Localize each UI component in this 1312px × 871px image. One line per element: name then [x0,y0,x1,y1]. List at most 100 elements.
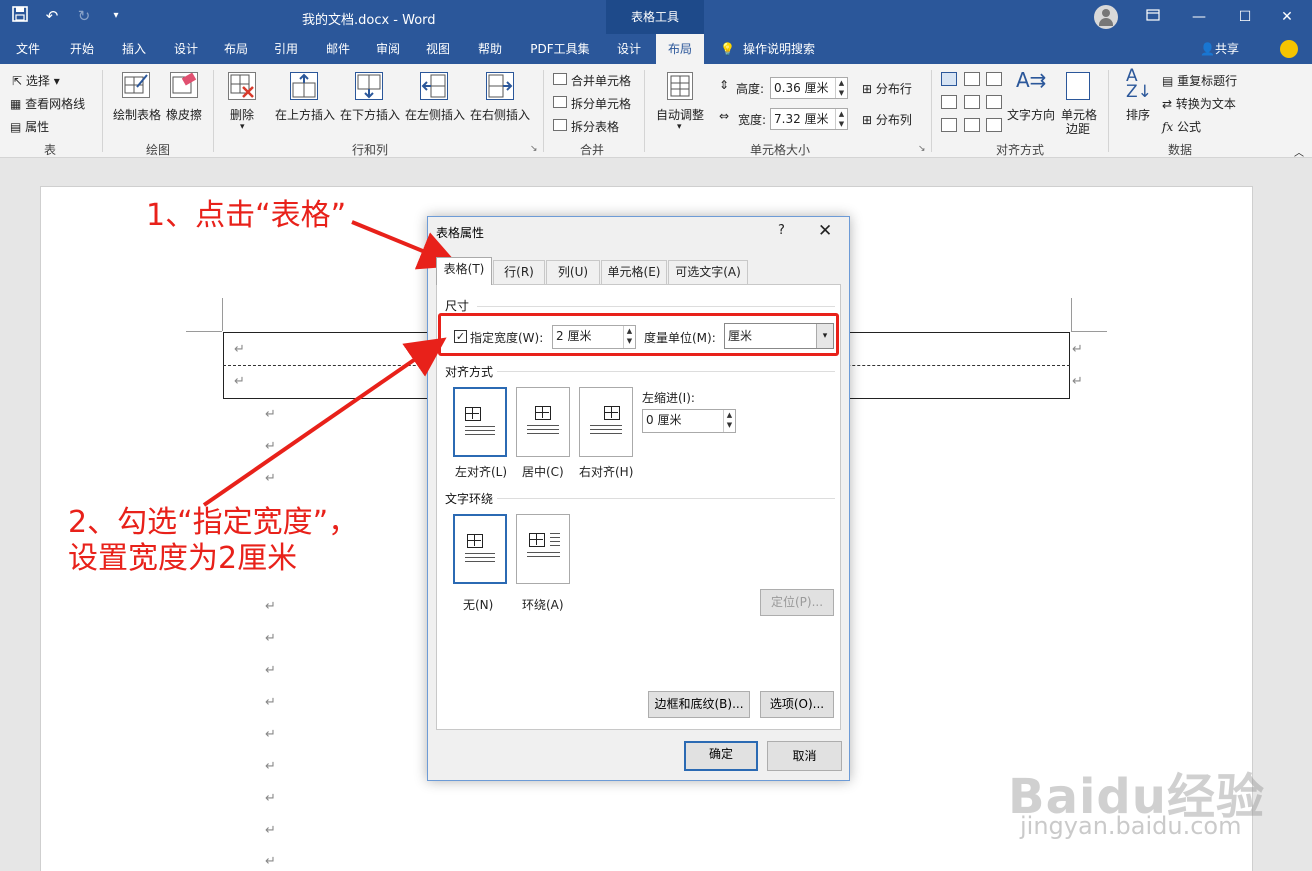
insert-above-icon[interactable] [290,72,318,100]
tab-review[interactable]: 审阅 [366,34,410,64]
undo-icon[interactable]: ↶ [42,6,62,26]
eraser-label[interactable]: 橡皮擦 [166,106,202,123]
select-button[interactable]: ⇱ 选择 ▾ [12,72,60,89]
view-gridlines-button[interactable]: ▦ 查看网格线 [10,95,85,112]
customize-qat-icon[interactable]: ▾ [106,6,126,26]
column-width-field[interactable]: 7.32 厘米 ▲ ▼ [770,108,848,130]
minimize-button[interactable]: — [1184,4,1214,30]
align-top-left-icon[interactable] [941,72,957,86]
insert-above-label[interactable]: 在上方插入 [275,106,335,123]
tab-insert[interactable]: 插入 [112,34,156,64]
autofit-dropdown-icon[interactable]: ▾ [677,122,682,132]
cell-margins-icon[interactable] [1066,72,1090,100]
sort-label[interactable]: 排序 [1126,106,1150,123]
cell-margins-label-2[interactable]: 边距 [1066,120,1090,137]
rows-cols-launcher-icon[interactable]: ↘ [530,144,538,154]
indent-left-spinner-icon[interactable]: ▲ ▼ [723,410,735,432]
repeat-header-button[interactable]: ▤ 重复标题行 [1162,72,1237,89]
table-tools-label: 表格工具 [606,0,704,34]
borders-shading-button[interactable]: 边框和底纹(B)... [648,691,750,718]
cancel-button[interactable]: 取消 [767,741,842,771]
avatar[interactable] [1094,5,1118,29]
tab-layout[interactable]: 布局 [214,34,258,64]
convert-to-text-button[interactable]: ⇄ 转换为文本 [1162,95,1236,112]
tab-mailings[interactable]: 邮件 [316,34,360,64]
insert-right-label[interactable]: 在右侧插入 [470,106,530,123]
share-button[interactable]: 👤共享 [1200,34,1239,64]
sort-icon[interactable]: A Z↓ [1126,68,1152,101]
align-middle-left-icon[interactable] [941,95,957,109]
distribute-columns-button[interactable]: ⊞ 分布列 [862,111,912,128]
eraser-icon[interactable] [170,72,198,98]
align-middle-right-icon[interactable] [986,95,1002,109]
save-icon[interactable] [10,6,30,26]
options-button[interactable]: 选项(O)... [760,691,834,718]
close-window-button[interactable]: ✕ [1272,4,1302,30]
positioning-button[interactable]: 定位(P)... [760,589,834,616]
tab-table-layout[interactable]: 布局 [656,34,704,64]
wrap-none-label: 无(N) [463,598,494,612]
text-direction-label[interactable]: 文字方向 [1007,106,1055,123]
collapse-ribbon-icon[interactable]: ︿ [1294,144,1304,159]
split-table-button[interactable]: 拆分表格 [571,118,619,135]
wrap-none-option[interactable] [453,514,507,584]
dialog-tab-table[interactable]: 表格(T) [436,257,492,285]
insert-below-icon[interactable] [355,72,383,100]
tab-home[interactable]: 开始 [60,34,104,64]
row-height-field[interactable]: 0.36 厘米 ▲ ▼ [770,77,848,99]
ribbon-display-options-icon[interactable] [1138,4,1168,30]
row-height-spinner-icon[interactable]: ▲ ▼ [835,78,847,98]
split-cells-button[interactable]: 拆分单元格 [571,95,631,112]
align-center-option[interactable] [516,387,570,457]
insert-right-icon[interactable] [486,72,514,100]
cell-size-launcher-icon[interactable]: ↘ [918,144,926,154]
column-width-spinner-icon[interactable]: ▲ ▼ [835,109,847,129]
help-button[interactable]: ? [778,223,785,238]
draw-table-label[interactable]: 绘制表格 [113,106,161,123]
align-bottom-left-icon[interactable] [941,118,957,132]
group-label-alignment: 对齐方式 [996,143,1045,157]
wrap-around-option[interactable] [516,514,570,584]
align-left-option[interactable] [453,387,507,457]
delete-label[interactable]: 删除 [230,106,254,123]
text-wrapping-section-label: 文字环绕 [445,492,494,506]
tab-pdf-tools[interactable]: PDF工具集 [524,34,596,64]
formula-button[interactable]: fx 公式 [1162,118,1201,135]
properties-button[interactable]: ▤ 属性 [10,118,49,135]
dialog-close-button[interactable]: ✕ [818,221,832,241]
insert-left-label[interactable]: 在左侧插入 [405,106,465,123]
dialog-tab-cell[interactable]: 单元格(E) [601,260,667,284]
align-center-icon[interactable] [964,95,980,109]
insert-below-label[interactable]: 在下方插入 [340,106,400,123]
distribute-rows-button[interactable]: ⊞ 分布行 [862,80,912,97]
tab-file[interactable]: 文件 [6,34,50,64]
align-bottom-center-icon[interactable] [964,118,980,132]
tab-design[interactable]: 设计 [164,34,208,64]
insert-left-icon[interactable] [420,72,448,100]
align-top-center-icon[interactable] [964,72,980,86]
delete-dropdown-icon[interactable]: ▾ [240,122,245,132]
tell-me-search[interactable]: 💡 操作说明搜索 [720,34,815,64]
ok-button[interactable]: 确定 [684,741,758,771]
maximize-button[interactable]: ☐ [1230,4,1260,30]
dialog-tab-alt-text[interactable]: 可选文字(A) [668,260,748,284]
tab-table-design[interactable]: 设计 [606,34,652,64]
merge-cells-button[interactable]: 合并单元格 [571,72,631,89]
tab-view[interactable]: 视图 [416,34,460,64]
feedback-smiley-icon[interactable] [1280,40,1298,58]
dialog-tab-row[interactable]: 行(R) [493,260,545,284]
dialog-tab-column[interactable]: 列(U) [546,260,600,284]
text-direction-icon[interactable]: A⇉ [1016,68,1046,92]
align-bottom-right-icon[interactable] [986,118,1002,132]
autofit-icon[interactable] [667,72,693,100]
tab-help[interactable]: 帮助 [468,34,512,64]
tab-references[interactable]: 引用 [264,34,308,64]
delete-table-icon[interactable] [228,72,256,100]
text-line [465,553,495,554]
indent-left-field[interactable]: 0 厘米 ▲ ▼ [642,409,736,433]
align-right-option[interactable] [579,387,633,457]
redo-icon[interactable]: ↻ [74,6,94,26]
draw-table-icon[interactable] [122,72,150,98]
autofit-label[interactable]: 自动调整 [656,106,704,123]
align-top-right-icon[interactable] [986,72,1002,86]
